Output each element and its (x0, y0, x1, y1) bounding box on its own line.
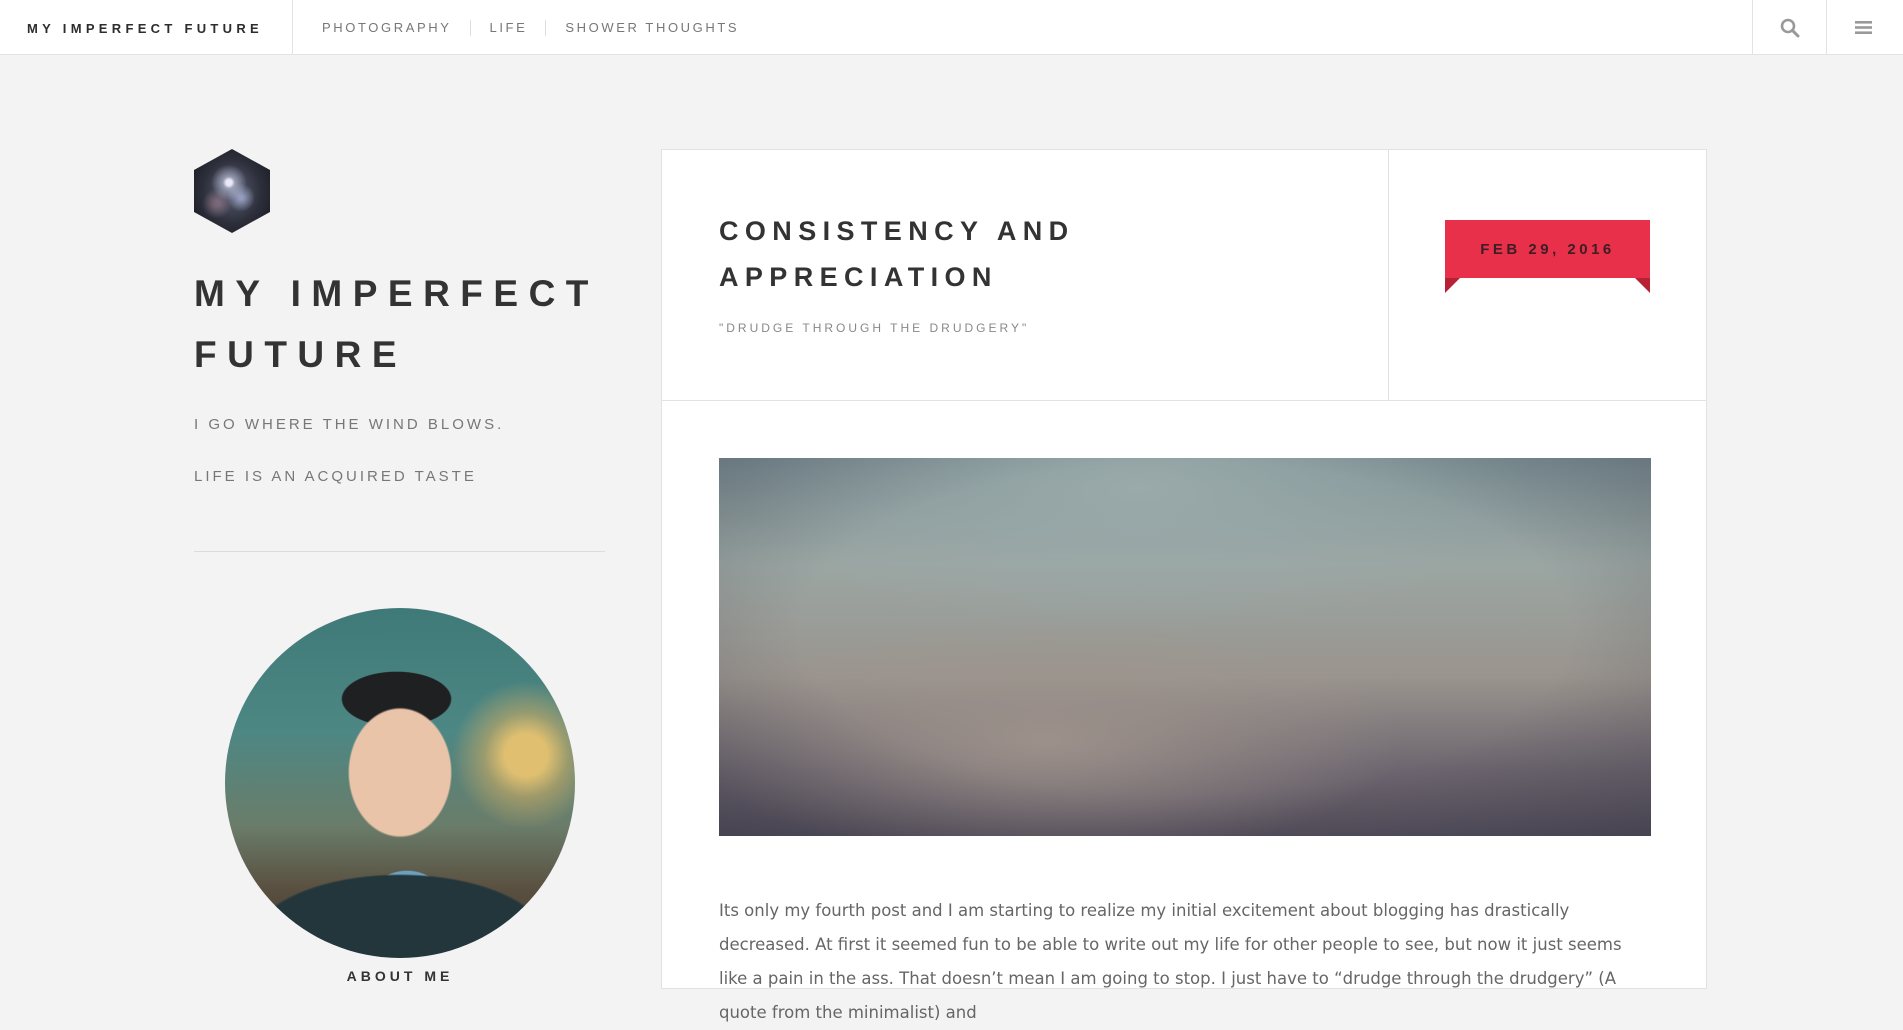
tagline-1: I GO WHERE THE WIND BLOWS. (194, 416, 505, 433)
post-paragraph: Its only my fourth post and I am startin… (719, 901, 1622, 1022)
site-logo-hexagon[interactable] (194, 149, 270, 233)
sidebar-divider (194, 551, 605, 552)
about-me-label[interactable]: ABOUT ME (225, 968, 575, 984)
post-card: CONSISTENCY AND APPRECIATION "DRUDGE THR… (661, 149, 1707, 1022)
ribbon-tail-left (1445, 278, 1460, 293)
search-icon (1780, 18, 1799, 37)
main-nav: PHOTOGRAPHY LIFE SHOWER THOUGHTS (322, 0, 757, 55)
author-avatar[interactable] (225, 608, 575, 958)
brand-link[interactable]: MY IMPERFECT FUTURE (0, 0, 293, 55)
menu-button[interactable] (1826, 0, 1900, 55)
post-header: CONSISTENCY AND APPRECIATION "DRUDGE THR… (662, 150, 1706, 401)
nav-item-photography[interactable]: PHOTOGRAPHY (322, 20, 470, 36)
nav-item-life[interactable]: LIFE (469, 19, 546, 36)
site-title[interactable]: MY IMPERFECT FUTURE (194, 263, 614, 385)
post-hero-image (719, 458, 1651, 836)
header-divider (1388, 150, 1389, 400)
post-date: FEB 29, 2016 (1480, 240, 1615, 258)
hamburger-menu-icon (1855, 21, 1872, 34)
tagline-2: LIFE IS AN ACQUIRED TASTE (194, 468, 477, 485)
search-button[interactable] (1752, 0, 1826, 55)
nav-item-shower-thoughts[interactable]: SHOWER THOUGHTS (545, 19, 757, 36)
ribbon-tail-right (1635, 278, 1650, 293)
post-subtitle: "DRUDGE THROUGH THE DRUDGERY" (719, 321, 1030, 335)
post-title[interactable]: CONSISTENCY AND APPRECIATION (719, 208, 1279, 300)
post-body: Its only my fourth post and I am startin… (719, 894, 1654, 1030)
top-bar: MY IMPERFECT FUTURE PHOTOGRAPHY LIFE SHO… (0, 0, 1903, 55)
post-date-ribbon: FEB 29, 2016 (1445, 220, 1650, 278)
